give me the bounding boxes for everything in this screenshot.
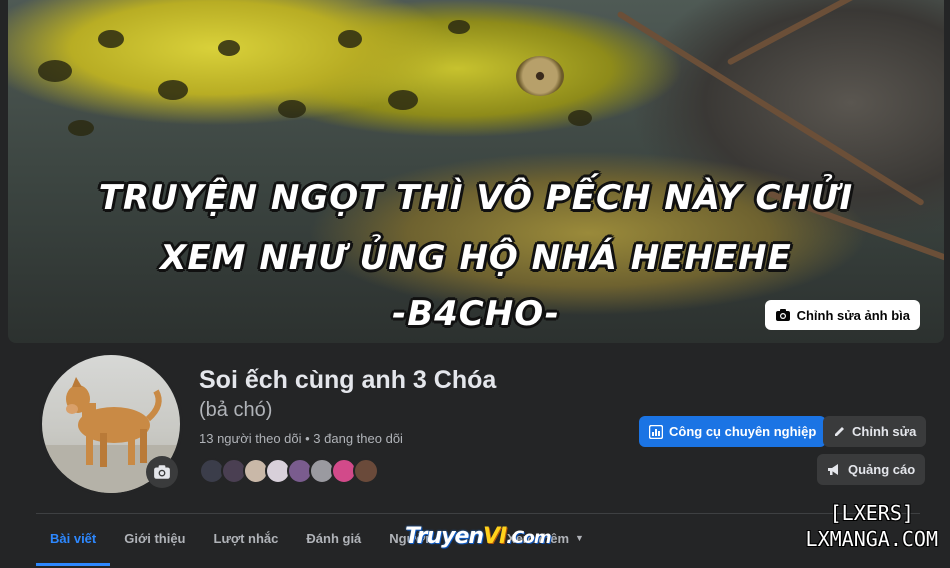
update-profile-picture-button[interactable] [146, 456, 178, 488]
professional-tools-button[interactable]: Công cụ chuyên nghiệp [639, 416, 827, 447]
frog-eye [516, 56, 564, 96]
tab-reviews[interactable]: Đánh giá [292, 520, 375, 556]
watermark-text: .Com [506, 528, 551, 548]
cover-texture [568, 110, 592, 126]
advertise-button[interactable]: Quảng cáo [817, 454, 926, 485]
cover-texture [98, 30, 124, 48]
friend-avatars [199, 458, 379, 484]
watermark-text: [LXERS] [829, 501, 914, 525]
pencil-icon [835, 427, 844, 436]
tab-about[interactable]: Giới thiệu [110, 520, 199, 556]
truyenvi-watermark: TruyenVI.Com [405, 524, 552, 549]
profile-name: Soi ếch cùng anh 3 Chóa [199, 366, 497, 394]
watermark-text: VI [483, 524, 507, 549]
tab-mentions[interactable]: Lượt nhắc [200, 520, 293, 556]
edit-profile-label: Chỉnh sửa [852, 424, 917, 439]
lxmanga-watermark: [LXERS] LXMANGA.COM [806, 500, 938, 552]
advertise-label: Quảng cáo [848, 462, 916, 477]
edit-profile-button[interactable]: Chỉnh sửa [823, 416, 927, 447]
cover-texture [158, 80, 188, 100]
cover-caption-line: TRUYỆN NGỌT THÌ VÔ PẾCH NÀY CHỬI [98, 178, 854, 218]
friend-avatar[interactable] [353, 458, 379, 484]
tab-posts[interactable]: Bài viết [36, 520, 111, 566]
cover-photo[interactable]: TRUYỆN NGỌT THÌ VÔ PẾCH NÀY CHỬI XEM NHƯ… [8, 0, 944, 343]
edit-cover-photo-button[interactable]: Chỉnh sửa ảnh bìa [764, 300, 920, 330]
cover-caption-line: XEM NHƯ ỦNG HỘ NHÁ HEHEHE [160, 238, 792, 278]
camera-icon [154, 465, 170, 479]
cover-texture [388, 90, 418, 110]
caret-down-icon: ▼ [575, 533, 584, 543]
cover-texture [338, 30, 362, 48]
watermark-text: LXMANGA.COM [805, 527, 938, 551]
cover-texture [448, 20, 470, 34]
divider [36, 513, 920, 514]
cover-stick [726, 0, 924, 66]
chart-icon [649, 424, 663, 439]
cover-texture [38, 60, 72, 82]
camera-icon [775, 309, 790, 321]
megaphone-icon [828, 464, 838, 475]
followers-count[interactable]: 13 người theo dõi • 3 đang theo dõi [199, 431, 403, 446]
cover-texture [218, 40, 240, 56]
profile-alternate-name: (bả chó) [199, 399, 273, 421]
watermark-text: Truyen [405, 524, 484, 549]
professional-tools-label: Công cụ chuyên nghiệp [669, 424, 817, 439]
cover-texture [278, 100, 306, 118]
edit-cover-photo-label: Chỉnh sửa ảnh bìa [796, 307, 910, 323]
cover-texture [68, 120, 94, 136]
